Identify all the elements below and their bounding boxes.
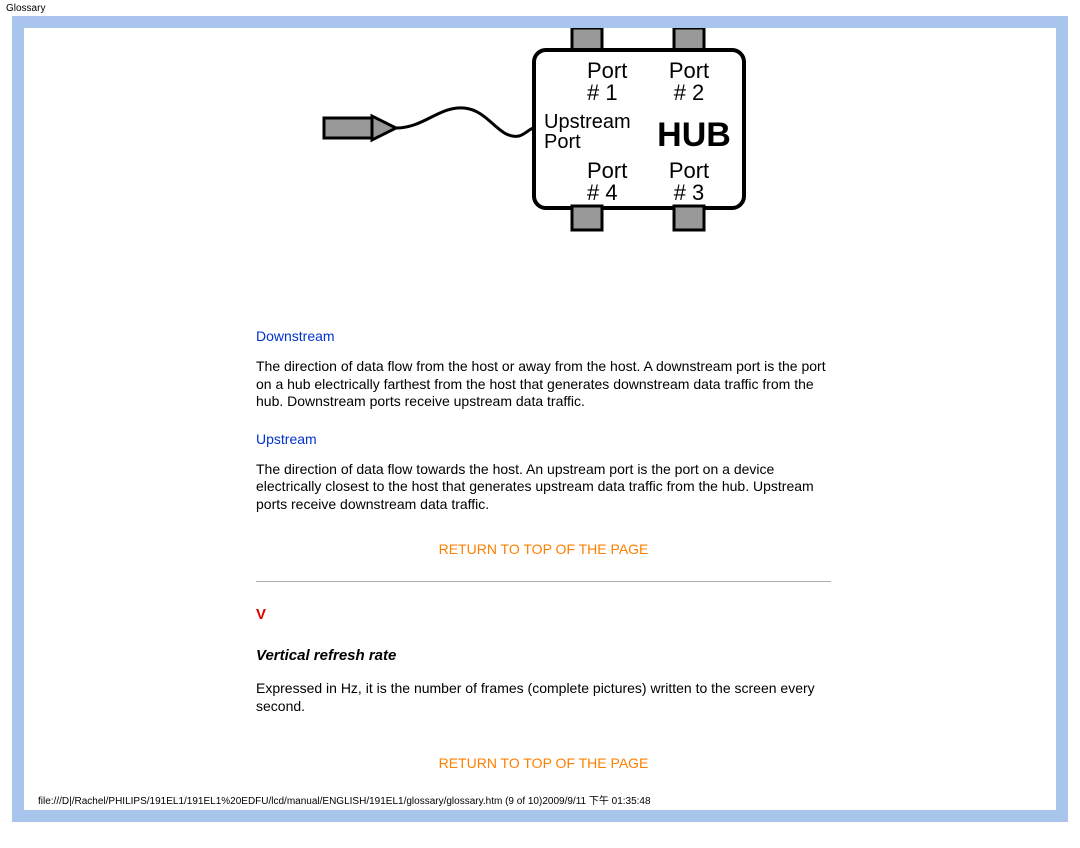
svg-text:# 1: # 1 xyxy=(587,80,618,105)
hub-diagram: Port # 1 Port # 2 Upstream Port HUB Port… xyxy=(304,28,784,263)
term-downstream-label: Downstream xyxy=(256,328,831,344)
page-header-label: Glossary xyxy=(0,0,1080,16)
term-upstream-body: The direction of data flow towards the h… xyxy=(256,461,831,514)
svg-text:# 2: # 2 xyxy=(673,80,704,105)
footer-file-path: file:///D|/Rachel/PHILIPS/191EL1/191EL1%… xyxy=(32,788,657,811)
term-downstream-body: The direction of data flow from the host… xyxy=(256,358,831,411)
content-frame: Port # 1 Port # 2 Upstream Port HUB Port… xyxy=(12,16,1068,822)
svg-text:# 3: # 3 xyxy=(673,180,704,205)
return-to-top-link[interactable]: RETURN TO TOP OF THE PAGE xyxy=(256,755,831,771)
section-letter-v: V xyxy=(256,606,831,623)
section-divider xyxy=(256,581,831,582)
svg-text:Port: Port xyxy=(544,131,581,153)
svg-text:HUB: HUB xyxy=(657,116,731,154)
svg-text:Upstream: Upstream xyxy=(544,111,631,133)
hub-diagram-container: Port # 1 Port # 2 Upstream Port HUB Port… xyxy=(256,28,831,268)
return-to-top-link[interactable]: RETURN TO TOP OF THE PAGE xyxy=(256,541,831,557)
term-upstream-label: Upstream xyxy=(256,431,831,447)
term-vertical-refresh-label: Vertical refresh rate xyxy=(256,647,831,664)
svg-text:# 4: # 4 xyxy=(587,180,618,205)
term-vertical-refresh-body: Expressed in Hz, it is the number of fra… xyxy=(256,680,831,715)
